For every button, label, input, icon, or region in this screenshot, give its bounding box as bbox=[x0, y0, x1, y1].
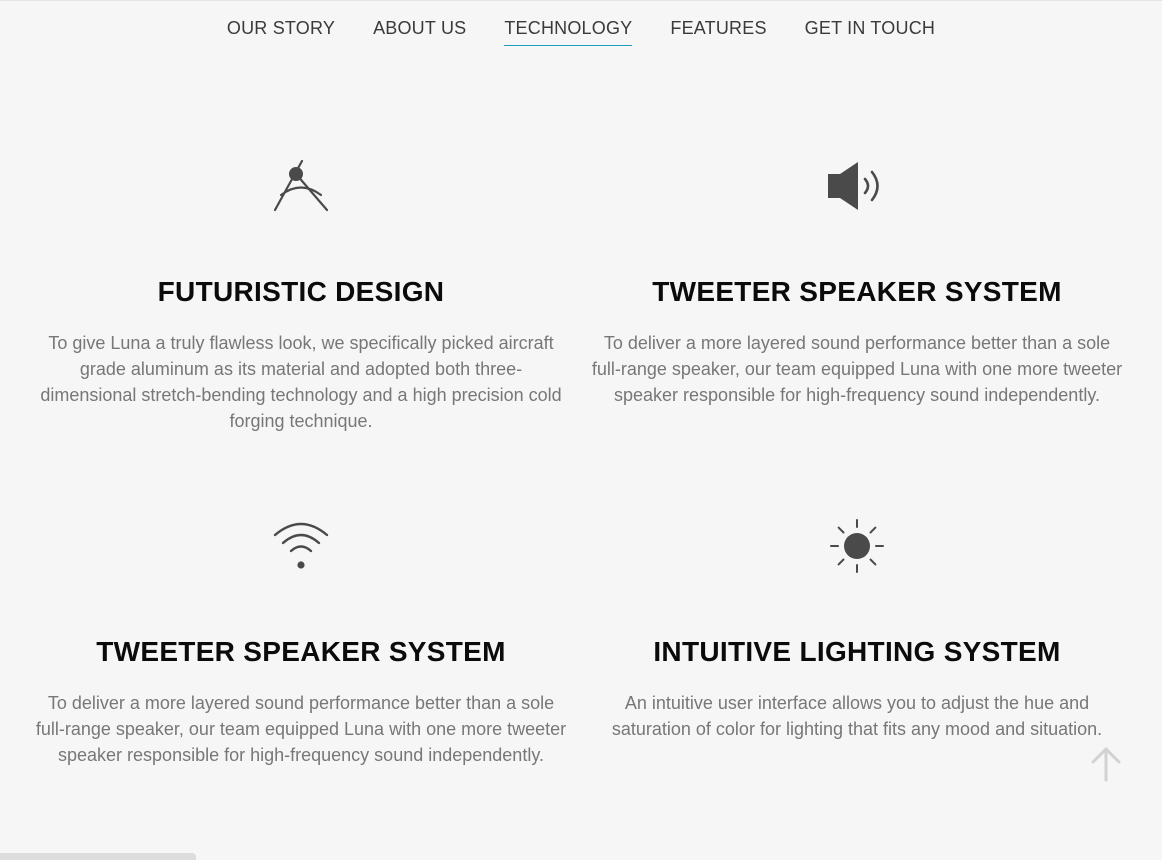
feature-futuristic-design: FUTURISTIC DESIGN To give Luna a truly f… bbox=[31, 150, 571, 434]
sun-icon bbox=[830, 519, 884, 573]
nav-our-story[interactable]: OUR STORY bbox=[227, 18, 335, 46]
compass-icon bbox=[273, 159, 329, 212]
feature-tweeter-speaker-system-2: TWEETER SPEAKER SYSTEM To deliver a more… bbox=[31, 510, 571, 768]
feature-intuitive-lighting-system: INTUITIVE LIGHTING SYSTEM An intuitive u… bbox=[587, 510, 1127, 742]
nav-technology[interactable]: TECHNOLOGY bbox=[504, 18, 633, 46]
feature-title: TWEETER SPEAKER SYSTEM bbox=[652, 276, 1062, 307]
nav-features[interactable]: FEATURES bbox=[670, 18, 766, 46]
main-nav: OUR STORY ABOUT US TECHNOLOGY FEATURES G… bbox=[0, 18, 1162, 46]
feature-description: To give Luna a truly flawless look, we s… bbox=[40, 333, 562, 431]
feature-tweeter-speaker-system: TWEETER SPEAKER SYSTEM To deliver a more… bbox=[587, 150, 1127, 408]
nav-about-us[interactable]: ABOUT US bbox=[373, 18, 466, 46]
speaker-icon bbox=[828, 162, 879, 210]
scroll-to-top-arrow-icon[interactable] bbox=[1088, 744, 1124, 784]
feature-description: To deliver a more layered sound performa… bbox=[591, 333, 1123, 405]
feature-title: FUTURISTIC DESIGN bbox=[157, 276, 445, 307]
horizontal-scrollbar[interactable] bbox=[0, 853, 196, 860]
feature-description: An intuitive user interface allows you t… bbox=[611, 693, 1103, 739]
feature-title: INTUITIVE LIGHTING SYSTEM bbox=[653, 636, 1061, 667]
top-divider bbox=[0, 0, 1162, 1]
feature-title: TWEETER SPEAKER SYSTEM bbox=[96, 636, 506, 667]
feature-description: To deliver a more layered sound performa… bbox=[35, 693, 567, 765]
wifi-icon bbox=[273, 522, 329, 569]
nav-get-in-touch[interactable]: GET IN TOUCH bbox=[805, 18, 935, 46]
